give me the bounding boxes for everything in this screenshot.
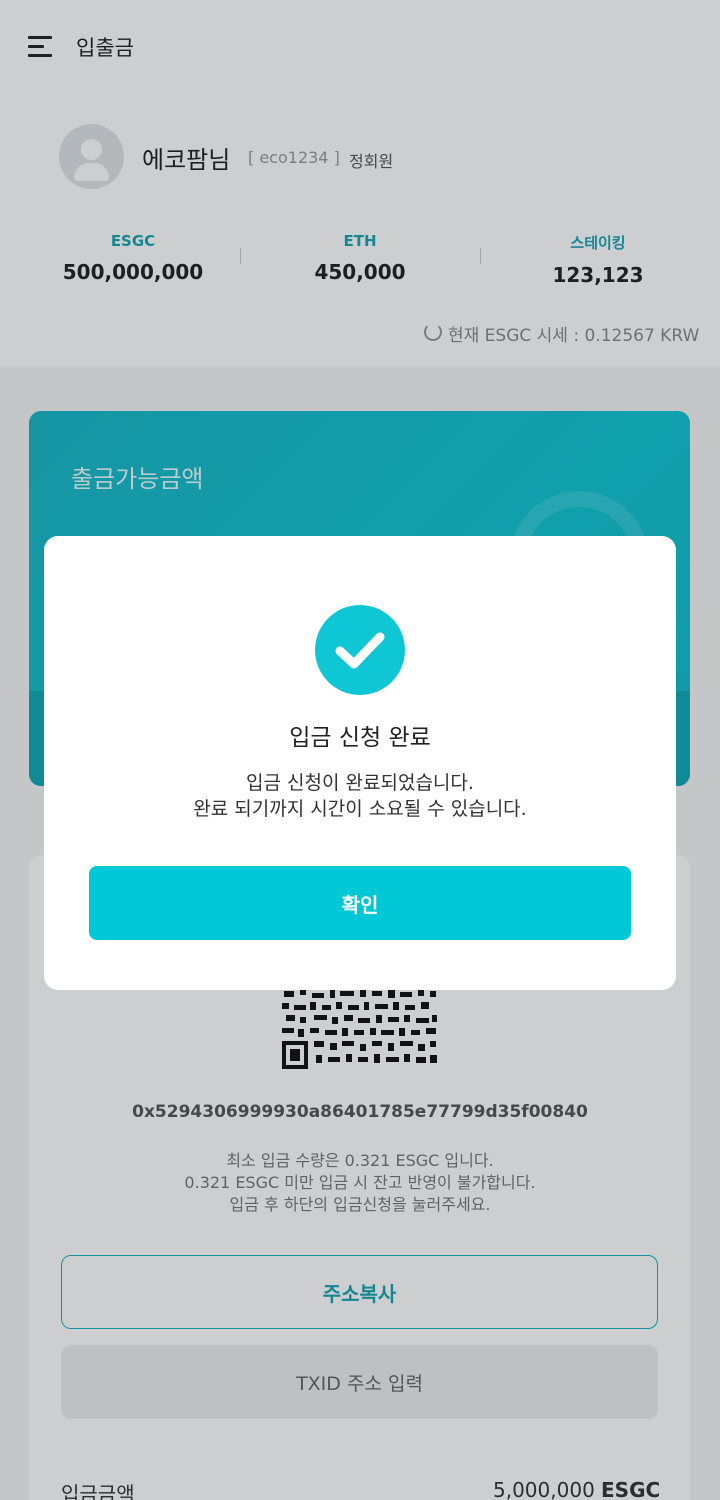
confirm-button[interactable]: 확인 — [89, 866, 631, 940]
check-circle-icon — [315, 605, 405, 695]
deposit-complete-dialog: 입금 신청 완료 입금 신청이 완료되었습니다. 완료 되기까지 시간이 소요될… — [44, 536, 676, 990]
dialog-title: 입금 신청 완료 — [289, 725, 431, 751]
dialog-message-line: 완료 되기까지 시간이 소요될 수 있습니다. — [193, 798, 527, 820]
dialog-message-line: 입금 신청이 완료되었습니다. — [246, 772, 474, 794]
dialog-message: 입금 신청이 완료되었습니다. 완료 되기까지 시간이 소요될 수 있습니다. — [44, 770, 676, 822]
